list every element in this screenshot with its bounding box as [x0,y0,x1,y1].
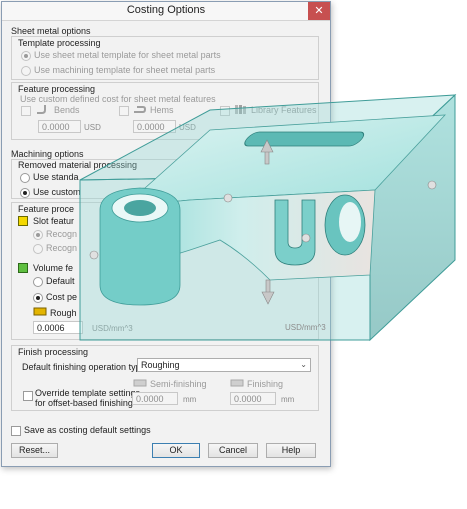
finishing-field[interactable]: 0.0000 [230,392,276,405]
volume-feature-checkbox[interactable] [18,263,28,273]
removed-standard-radio[interactable] [20,173,30,183]
sheet-metal-header: Sheet metal options [11,26,91,36]
roughing-unit-fragment-2: USD/mm^3 [285,323,326,332]
feature-marker-2 [427,180,437,190]
removed-custom-radio[interactable] [20,188,30,198]
override-label-line-2: for offset-based finishing [35,398,133,408]
bends-checkbox[interactable] [21,106,31,116]
feature-marker-1 [223,193,233,203]
save-default-checkbox[interactable] [11,426,21,436]
semi-finishing-icon [133,379,147,387]
window-title: Costing Options [126,4,206,16]
slot-feature-checkbox[interactable] [18,216,28,226]
machining-feature-header: Feature proce [18,204,75,214]
save-default-label: Save as costing default settings [24,425,151,435]
volume-default-radio[interactable] [33,277,43,287]
top-slot [244,131,365,147]
template-sheet-metal-radio[interactable] [21,51,31,61]
ok-button[interactable]: OK [152,443,200,458]
round-pocket-inner [339,202,361,242]
feature-marker-3 [301,233,311,243]
template-sheet-metal-label: Use sheet metal template for sheet metal… [34,50,221,60]
close-button[interactable]: ✕ [308,2,330,20]
volume-feature-label: Volume fe [33,263,74,273]
template-processing-header: Template processing [18,38,101,48]
default-finishing-value: Roughing [141,360,180,370]
default-finishing-label: Default finishing operation type [22,362,146,372]
boss-hole [124,200,156,216]
title-bar: Costing Options ✕ [2,2,330,21]
slot-feature-label: Slot featur [33,216,75,226]
default-finishing-select[interactable]: Roughing ⌄ [137,358,311,372]
semi-finishing-unit: mm [183,395,197,404]
slot-recognize-radio-2[interactable] [33,244,43,254]
finishing-icon [230,379,244,387]
bends-icon [37,105,46,114]
volume-cost-per-radio[interactable] [33,293,43,303]
template-machining-radio[interactable] [21,66,31,76]
roughing-icon [33,307,47,316]
chevron-down-icon: ⌄ [300,360,307,369]
template-machining-label: Use machining template for sheet metal p… [34,65,216,75]
finishing-unit: mm [281,395,295,404]
machined-part-3d-model [79,93,457,342]
override-label-line-1: Override template settings [35,388,141,398]
slot-recognize-radio-1[interactable] [33,230,43,240]
semi-finishing-label: Semi-finishing [150,379,207,389]
finishing-label: Finishing [247,379,284,389]
semi-finishing-field[interactable]: 0.0000 [132,392,178,405]
help-button[interactable]: Help [266,443,316,458]
reset-button[interactable]: Reset... [11,443,58,458]
feature-marker-4 [89,250,99,260]
override-checkbox[interactable] [23,391,33,401]
cancel-button[interactable]: Cancel [208,443,258,458]
